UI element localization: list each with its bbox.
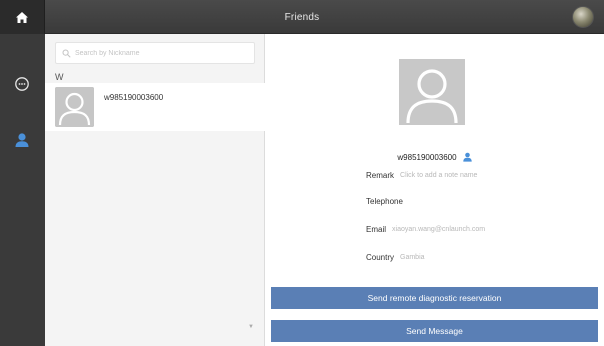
- default-avatar-icon: [399, 59, 465, 125]
- avatar: [55, 87, 94, 127]
- sidebar-item-contacts[interactable]: [10, 128, 34, 152]
- contact-display-name: w985190003600: [397, 152, 457, 162]
- default-avatar-icon: [55, 87, 94, 127]
- scroll-down-icon[interactable]: ▼: [248, 324, 254, 330]
- person-icon: [462, 152, 472, 162]
- country-field: Country Gambia: [366, 253, 425, 262]
- remark-label: Remark: [366, 171, 395, 180]
- email-label: Email: [366, 225, 387, 234]
- email-value: xiaoyan.wang@cnlaunch.com: [392, 226, 486, 233]
- email-field: Email xiaoyan.wang@cnlaunch.com: [366, 225, 485, 234]
- remark-value[interactable]: Click to add a note name: [400, 172, 477, 179]
- search-icon: [62, 49, 71, 58]
- page-title: Friends: [284, 11, 320, 23]
- contacts-icon: [15, 133, 29, 147]
- country-value: Gambia: [400, 254, 425, 261]
- profile-avatar: [399, 59, 465, 125]
- sidebar-item-chat[interactable]: [10, 72, 34, 96]
- contact-list-panel: W w985190003600 ▼: [45, 34, 265, 346]
- chat-icon: [15, 77, 29, 91]
- remark-field[interactable]: Remark Click to add a note name: [366, 171, 477, 180]
- list-item[interactable]: w985190003600: [45, 83, 265, 131]
- title-bar: Friends: [0, 0, 604, 34]
- send-message-button[interactable]: Send Message: [271, 320, 598, 342]
- contact-detail-panel: w985190003600 Remark Click to add a note…: [265, 34, 604, 346]
- send-reservation-button[interactable]: Send remote diagnostic reservation: [271, 287, 598, 309]
- telephone-label: Telephone: [366, 197, 403, 206]
- contact-name: w985190003600: [104, 93, 164, 102]
- country-label: Country: [366, 253, 395, 262]
- section-header: W: [55, 72, 64, 82]
- search-box[interactable]: [55, 42, 255, 64]
- telephone-field: Telephone: [366, 197, 409, 206]
- search-input[interactable]: [74, 49, 254, 57]
- user-avatar[interactable]: [572, 6, 594, 28]
- sidebar: [0, 34, 45, 346]
- contact-display-name-row: w985190003600: [265, 152, 604, 162]
